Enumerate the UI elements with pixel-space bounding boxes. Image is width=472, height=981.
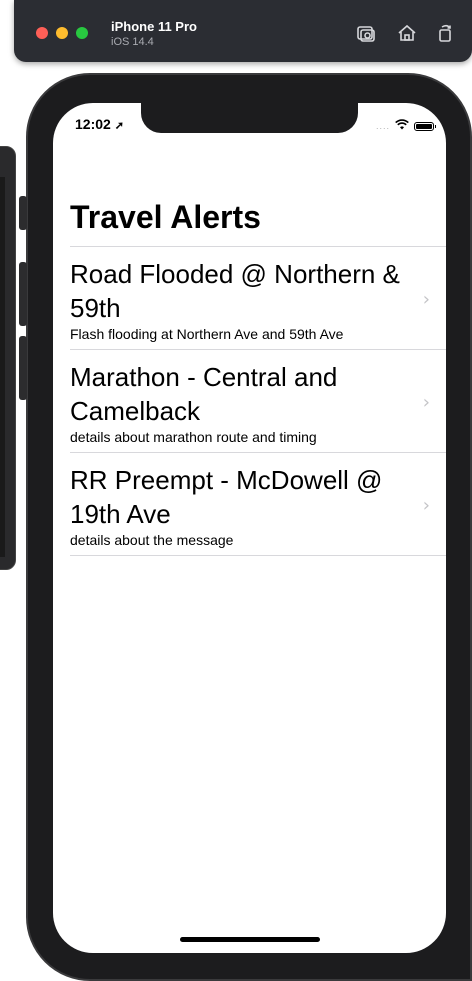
list-item[interactable]: Marathon - Central and Camelback details…	[70, 350, 446, 453]
battery-icon	[414, 121, 436, 131]
signal-icon: ....	[375, 121, 390, 131]
alert-subtitle: details about the message	[70, 532, 234, 548]
rotate-icon[interactable]	[434, 22, 456, 44]
location-arrow-icon: ➚	[114, 120, 124, 132]
status-time: 12:02 ➚	[75, 116, 124, 132]
list-item[interactable]: RR Preempt - McDowell @ 19th Ave details…	[70, 453, 446, 556]
status-indicators: ....	[375, 117, 436, 135]
chevron-right-icon: ›	[422, 392, 430, 413]
simulator-device-name: iPhone 11 Pro	[111, 19, 197, 34]
home-indicator[interactable]	[180, 937, 320, 942]
home-icon[interactable]	[396, 22, 418, 44]
alert-subtitle: details about marathon route and timing	[70, 429, 317, 445]
list-item[interactable]: Road Flooded @ Northern & 59th Flash flo…	[70, 247, 446, 350]
alert-subtitle: Flash flooding at Northern Ave and 59th …	[70, 326, 344, 342]
wifi-icon	[395, 117, 409, 135]
screenshot-icon[interactable]	[355, 22, 377, 44]
alert-title: Road Flooded @ Northern & 59th	[70, 259, 400, 323]
background-window	[0, 146, 16, 570]
device-screen: 12:02 ➚ .... Travel Alerts Road Flooded …	[53, 103, 446, 953]
zoom-window-button[interactable]	[76, 27, 88, 39]
alert-title: Marathon - Central and Camelback	[70, 362, 338, 426]
close-window-button[interactable]	[36, 27, 48, 39]
chevron-right-icon: ›	[422, 289, 430, 310]
notch	[141, 103, 358, 133]
background-window-content	[0, 177, 5, 557]
side-button	[19, 196, 27, 230]
alert-title: RR Preempt - McDowell @ 19th Ave	[70, 465, 383, 529]
alerts-list: Road Flooded @ Northern & 59th Flash flo…	[70, 246, 446, 556]
status-time-text: 12:02	[75, 116, 111, 132]
simulator-os-version: iOS 14.4	[111, 36, 154, 48]
volume-down-button	[19, 336, 27, 400]
chevron-right-icon: ›	[422, 495, 430, 516]
volume-up-button	[19, 262, 27, 326]
simulator-title-bar: iPhone 11 Pro iOS 14.4	[14, 0, 472, 62]
minimize-window-button[interactable]	[56, 27, 68, 39]
page-title: Travel Alerts	[70, 199, 261, 235]
